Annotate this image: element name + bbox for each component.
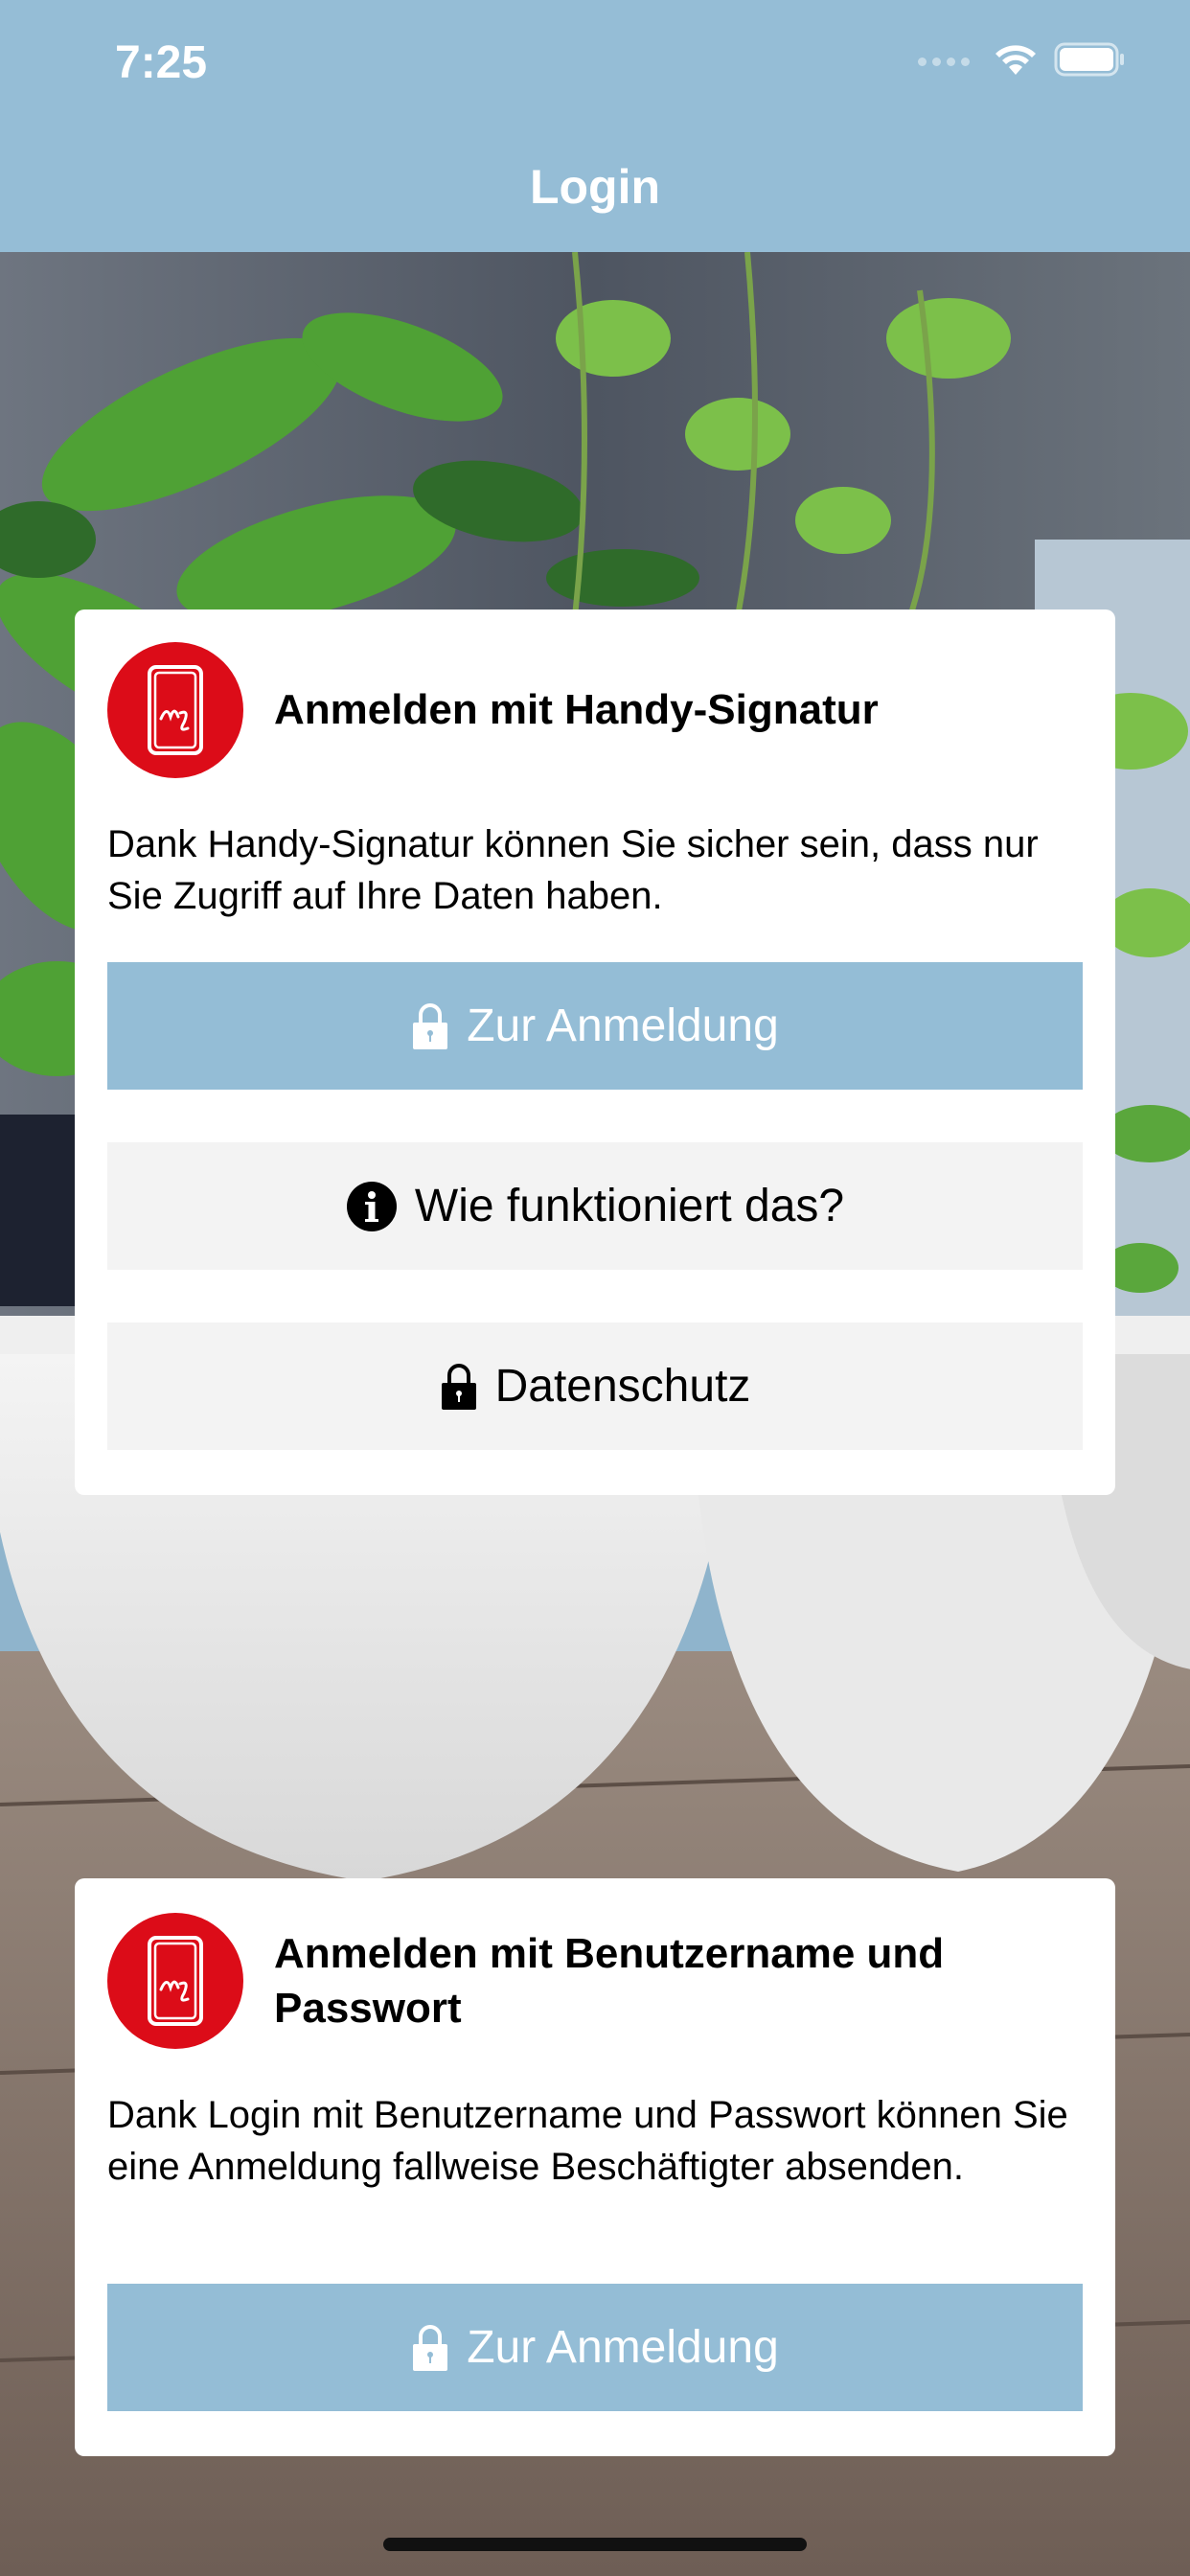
- mobile-signature-icon: [107, 1913, 243, 2049]
- card-title: Anmelden mit Handy-Signatur: [274, 686, 879, 733]
- lock-icon: [411, 1001, 449, 1051]
- how-it-works-label: Wie funktioniert das?: [414, 1181, 845, 1231]
- top-bar: 7:25 Login: [0, 0, 1190, 252]
- card-title: Anmelden mit Benutzername und Passwort: [274, 1930, 945, 2032]
- mobile-signature-icon: [107, 642, 243, 778]
- login-button-label: Zur Anmeldung: [467, 2322, 779, 2373]
- privacy-label: Datenschutz: [494, 1361, 751, 1412]
- info-icon: [346, 1181, 398, 1232]
- card-description: Dank Login mit Benutzername und Passwort…: [107, 2094, 1068, 2188]
- lock-icon: [440, 1362, 478, 1412]
- battery-icon: [1054, 41, 1127, 82]
- lock-icon: [411, 2323, 449, 2373]
- how-it-works-button[interactable]: Wie funktioniert das?: [107, 1142, 1083, 1270]
- handy-signatur-card: Anmelden mit Handy-Signatur Dank Handy-S…: [75, 610, 1115, 1495]
- status-time: 7:25: [115, 37, 208, 88]
- login-button[interactable]: Zur Anmeldung: [107, 2284, 1083, 2411]
- wifi-icon: [993, 42, 1039, 81]
- password-login-card: Anmelden mit Benutzername und Passwort D…: [75, 1878, 1115, 2456]
- cellular-signal-icon: [918, 57, 970, 66]
- status-indicators: [918, 42, 1127, 80]
- page-title: Login: [529, 160, 661, 214]
- login-button[interactable]: Zur Anmeldung: [107, 962, 1083, 1090]
- home-indicator: [383, 2538, 807, 2551]
- privacy-button[interactable]: Datenschutz: [107, 1322, 1083, 1450]
- card-description: Dank Handy-Signatur können Sie sicher se…: [107, 823, 1039, 917]
- login-button-label: Zur Anmeldung: [467, 1000, 779, 1051]
